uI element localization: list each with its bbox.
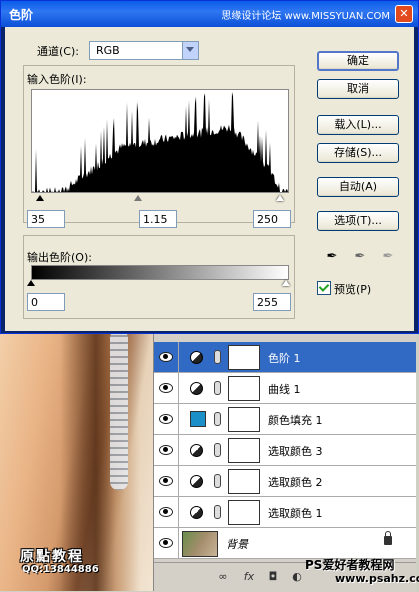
layer-name: 曲线 1 [268,383,301,396]
watermark-title: 原點教程 [20,549,84,565]
layer-mask-thumbnail[interactable] [228,407,260,432]
link-icon[interactable] [214,412,221,426]
adjustment-icon [190,475,203,488]
site-watermark: PS爱好者教程网 [305,558,395,572]
layer-mask-thumbnail[interactable] [228,376,260,401]
eye-icon[interactable] [158,412,174,424]
eye-icon[interactable] [158,443,174,455]
layer-row[interactable]: 背景 [154,528,416,559]
input-levels-label: 输入色阶(I): [27,73,87,86]
background-thumbnail[interactable] [182,531,218,557]
layer-row[interactable]: 曲线 1 [154,373,416,404]
canvas-necklace [110,330,128,490]
lock-icon [384,531,392,545]
options-button[interactable]: 选项(T)... [317,211,399,231]
color-fill-swatch[interactable] [190,411,206,427]
eye-icon[interactable] [158,350,174,362]
dialog-title: 色阶 [9,8,34,22]
layer-row[interactable]: 选取颜色 3 [154,435,416,466]
white-eyedropper-icon[interactable]: ✒ [381,249,395,265]
layer-name: 选取颜色 1 [268,507,323,520]
layer-name: 颜色填充 1 [268,414,323,427]
adjustment-icon [190,444,203,457]
output-black-slider[interactable] [27,280,35,286]
eye-icon[interactable] [158,381,174,393]
input-black-field[interactable]: 35 [27,210,65,228]
layer-name: 背景 [226,538,248,551]
title-watermark: 思缘设计论坛 www.MISSYUAN.COM [221,11,390,22]
histogram [31,89,289,193]
layer-mask-thumbnail[interactable] [228,438,260,463]
layers-panel: 色阶 1 曲线 1 颜色填充 1 选取颜色 3 选取颜色 2 选取颜色 1 背景… [153,330,416,592]
save-button[interactable]: 存储(S)... [317,143,399,163]
layer-mask-thumbnail[interactable] [228,469,260,494]
link-icon[interactable] [214,474,221,488]
channel-label: 通道(C): [37,45,79,58]
layer-row[interactable]: 色阶 1 [154,342,416,373]
link-icon[interactable] [214,505,221,519]
input-white-slider[interactable] [276,195,284,201]
load-button[interactable]: 载入(L)... [317,115,399,135]
chevron-down-icon[interactable] [182,42,198,59]
fx-icon[interactable]: fx [242,571,256,583]
channel-value: RGB [96,44,120,57]
dialog-body: 通道(C): RGB 输入色阶(I): 35 1.15 250 输出色阶(O):… [5,27,414,331]
layer-row[interactable]: 选取颜色 2 [154,466,416,497]
input-gamma-slider[interactable] [134,195,142,201]
site-url-watermark: www.psahz.com [335,572,419,585]
output-black-field[interactable]: 0 [27,293,65,311]
eye-icon[interactable] [158,536,174,548]
auto-button[interactable]: 自动(A) [317,177,399,197]
adjustment-icon [190,382,203,395]
levels-dialog: 色阶 思缘设计论坛 www.MISSYUAN.COM ✕ 通道(C): RGB … [0,0,419,334]
gray-eyedropper-icon[interactable]: ✒ [353,249,367,265]
link-icon[interactable] [214,443,221,457]
link-icon[interactable] [214,350,221,364]
adjustment-icon [190,506,203,519]
add-mask-icon[interactable]: ◘ [266,571,280,583]
input-gamma-field[interactable]: 1.15 [139,210,177,228]
histogram-shape [32,92,288,192]
output-levels-label: 输出色阶(O): [27,251,92,264]
layer-name: 选取颜色 3 [268,445,323,458]
output-white-field[interactable]: 255 [253,293,291,311]
layer-row[interactable]: 颜色填充 1 [154,404,416,435]
new-adjustment-icon[interactable]: ◐ [290,571,304,583]
output-gradient-bar [31,265,289,280]
eye-icon[interactable] [158,474,174,486]
ok-button[interactable]: 确定 [317,51,399,71]
channel-select[interactable]: RGB [89,41,199,60]
output-white-slider[interactable] [282,280,290,286]
cancel-button[interactable]: 取消 [317,79,399,99]
layer-mask-thumbnail[interactable] [228,345,260,370]
input-white-field[interactable]: 250 [253,210,291,228]
black-eyedropper-icon[interactable]: ✒ [325,249,339,265]
layer-mask-thumbnail[interactable] [228,500,260,525]
watermark-qq: QQ:13844886 [22,564,99,575]
preview-label: 预览(P) [334,283,372,296]
input-black-slider[interactable] [36,195,44,201]
layer-name: 色阶 1 [268,352,301,365]
preview-checkbox[interactable] [317,281,331,295]
layer-name: 选取颜色 2 [268,476,323,489]
eye-icon[interactable] [158,505,174,517]
layer-row[interactable]: 选取颜色 1 [154,497,416,528]
dialog-titlebar[interactable]: 色阶 思缘设计论坛 www.MISSYUAN.COM ✕ [1,1,418,27]
link-icon[interactable] [214,381,221,395]
close-button[interactable]: ✕ [395,5,413,23]
link-layers-icon[interactable]: ∞ [216,571,230,583]
adjustment-icon [190,351,203,364]
